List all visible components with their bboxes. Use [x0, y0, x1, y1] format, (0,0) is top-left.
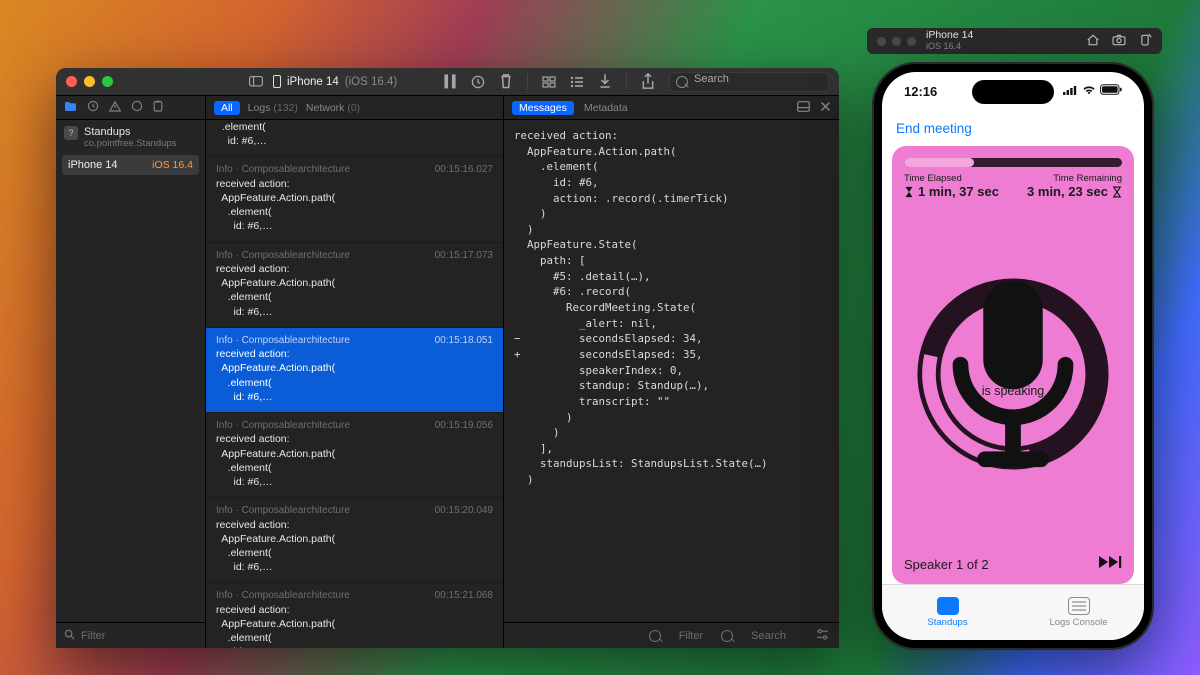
nav-bar: End meeting: [882, 114, 1144, 142]
elapsed-label: Time Elapsed: [904, 173, 999, 184]
hourglass-outline-icon: [1112, 186, 1122, 198]
sidebar-app[interactable]: ? Standups co.pointfree.Standups: [56, 120, 205, 151]
log-entry[interactable]: Info · Composablearchitecture00:15:20.04…: [206, 498, 503, 583]
log-entry[interactable]: Info · Composablearchitecture00:15:17.07…: [206, 243, 503, 328]
folder-icon[interactable]: [64, 101, 77, 115]
tray-window-controls[interactable]: [877, 37, 916, 46]
filter-network[interactable]: Network (0): [306, 102, 360, 114]
sidebar-toggle-icon[interactable]: [249, 75, 263, 89]
detail-header: Messages Metadata: [504, 96, 839, 120]
grid-view-icon[interactable]: [542, 75, 556, 89]
end-meeting-button[interactable]: End meeting: [896, 121, 972, 136]
tab-logs-console[interactable]: Logs Console: [1013, 585, 1144, 640]
pause-icon[interactable]: [443, 75, 457, 89]
panel-toggle-icon[interactable]: [797, 101, 810, 115]
log-entry[interactable]: Info · Composablearchitecture00:15:16.02…: [206, 157, 503, 242]
detail-body[interactable]: received action: AppFeature.Action.path(…: [504, 120, 839, 622]
settings-icon[interactable]: [816, 629, 829, 643]
app-icon: ?: [64, 126, 78, 140]
phone-icon: [273, 75, 281, 88]
tray-label: iPhone 14 iOS 16.4: [926, 30, 973, 51]
remaining-value: 3 min, 23 sec: [1027, 184, 1108, 199]
titlebar: iPhone 14 (iOS 16.4) Search: [56, 68, 839, 96]
clock-small-icon[interactable]: [87, 100, 99, 115]
logs-console-icon: [1068, 597, 1090, 615]
log-entry[interactable]: Info · Composablearchitecture00:15:21.06…: [206, 583, 503, 648]
device-chip[interactable]: iPhone 14 (iOS 16.4): [273, 75, 397, 88]
detail-panel: Messages Metadata received action: AppFe…: [504, 96, 839, 648]
dynamic-island: [972, 80, 1054, 104]
device-os: (iOS 16.4): [345, 76, 397, 88]
filter-placeholder: Filter: [81, 630, 105, 642]
device-name: iPhone 14: [287, 76, 339, 88]
tab-messages[interactable]: Messages: [512, 101, 574, 115]
trash-icon[interactable]: [499, 75, 513, 89]
titlebar-search[interactable]: Search: [669, 72, 829, 92]
share-icon[interactable]: [641, 75, 655, 89]
minimize-icon[interactable]: [84, 76, 95, 87]
filter-label[interactable]: Filter: [679, 630, 703, 642]
elapsed-value: 1 min, 37 sec: [918, 184, 999, 199]
tab-logs-label: Logs Console: [1049, 617, 1107, 628]
wifi-icon: [1082, 85, 1096, 95]
iphone-screen: 12:16 End meeting Time Elapsed 1 min, 37…: [882, 72, 1144, 640]
simulator-tray: iPhone 14 iOS 16.4: [867, 28, 1162, 54]
tab-standups[interactable]: Standups: [882, 585, 1013, 640]
window-controls: [66, 76, 113, 87]
tab-metadata[interactable]: Metadata: [584, 102, 628, 114]
screenshot-icon[interactable]: [1112, 33, 1126, 50]
filter-all-pill[interactable]: All: [214, 101, 240, 115]
filter-logs[interactable]: Logs (132): [248, 102, 298, 114]
log-entry[interactable]: Info · Composablearchitecture00:15:18.05…: [206, 328, 503, 413]
console-window: iPhone 14 (iOS 16.4) Search: [56, 68, 839, 648]
cellular-icon: [1063, 85, 1078, 95]
close-panel-icon[interactable]: [820, 101, 831, 115]
clock-icon[interactable]: [471, 75, 485, 89]
speaker-count-label: Speaker 1 of 2: [904, 557, 989, 572]
logs-header: All Logs (132) Network (0): [206, 96, 503, 120]
hourglass-fill-icon: [904, 186, 914, 198]
search-placeholder: Search: [694, 73, 729, 85]
zoom-icon[interactable]: [102, 76, 113, 87]
detail-footer: Filter Search: [504, 622, 839, 648]
remaining-label: Time Remaining: [1027, 173, 1122, 184]
progress-bar: [904, 158, 1122, 167]
search-label[interactable]: Search: [751, 630, 786, 642]
app-name: Standups: [84, 126, 176, 138]
sidebar-toolbar: [56, 96, 205, 120]
scroll-bottom-icon[interactable]: [598, 75, 612, 89]
iphone-frame: 12:16 End meeting Time Elapsed 1 min, 37…: [872, 62, 1154, 650]
bundle-id: co.pointfree.Standups: [84, 138, 176, 149]
warning-icon[interactable]: [109, 101, 121, 115]
log-entry[interactable]: Info · Composablearchitecture00:15:19.05…: [206, 413, 503, 498]
search-icon[interactable]: [721, 630, 733, 642]
sidebar: ? Standups co.pointfree.Standups iPhone …: [56, 96, 206, 648]
sidebar-device-row[interactable]: iPhone 14 iOS 16.4: [62, 155, 199, 175]
tab-bar: Standups Logs Console: [882, 584, 1144, 640]
speaker-ring: A is speaking: [904, 199, 1122, 549]
battery-icon: [1100, 84, 1122, 95]
log-entry[interactable]: .element( id: #6,…: [206, 120, 503, 157]
status-time: 12:16: [904, 84, 937, 99]
logs-list[interactable]: .element( id: #6,…Info · Composablearchi…: [206, 120, 503, 648]
tab-standups-label: Standups: [927, 617, 967, 628]
sidebar-filter[interactable]: Filter: [56, 622, 205, 648]
skip-forward-button[interactable]: [1098, 555, 1122, 574]
info-icon[interactable]: [131, 100, 143, 115]
standups-icon: [937, 597, 959, 615]
clipboard-icon[interactable]: [153, 100, 163, 115]
logs-panel: All Logs (132) Network (0) .element( id:…: [206, 96, 504, 648]
device-name: iPhone 14: [68, 159, 118, 171]
device-os-label: iOS 16.4: [152, 159, 193, 171]
filter-icon: [64, 629, 75, 643]
rotate-icon[interactable]: [1138, 33, 1152, 50]
progress-fill: [904, 158, 974, 167]
home-icon[interactable]: [1086, 33, 1100, 50]
mic-icon: [908, 272, 1118, 487]
list-view-icon[interactable]: [570, 75, 584, 89]
filter-icon[interactable]: [649, 630, 661, 642]
meeting-card: Time Elapsed 1 min, 37 sec Time Remainin…: [892, 146, 1134, 584]
close-icon[interactable]: [66, 76, 77, 87]
